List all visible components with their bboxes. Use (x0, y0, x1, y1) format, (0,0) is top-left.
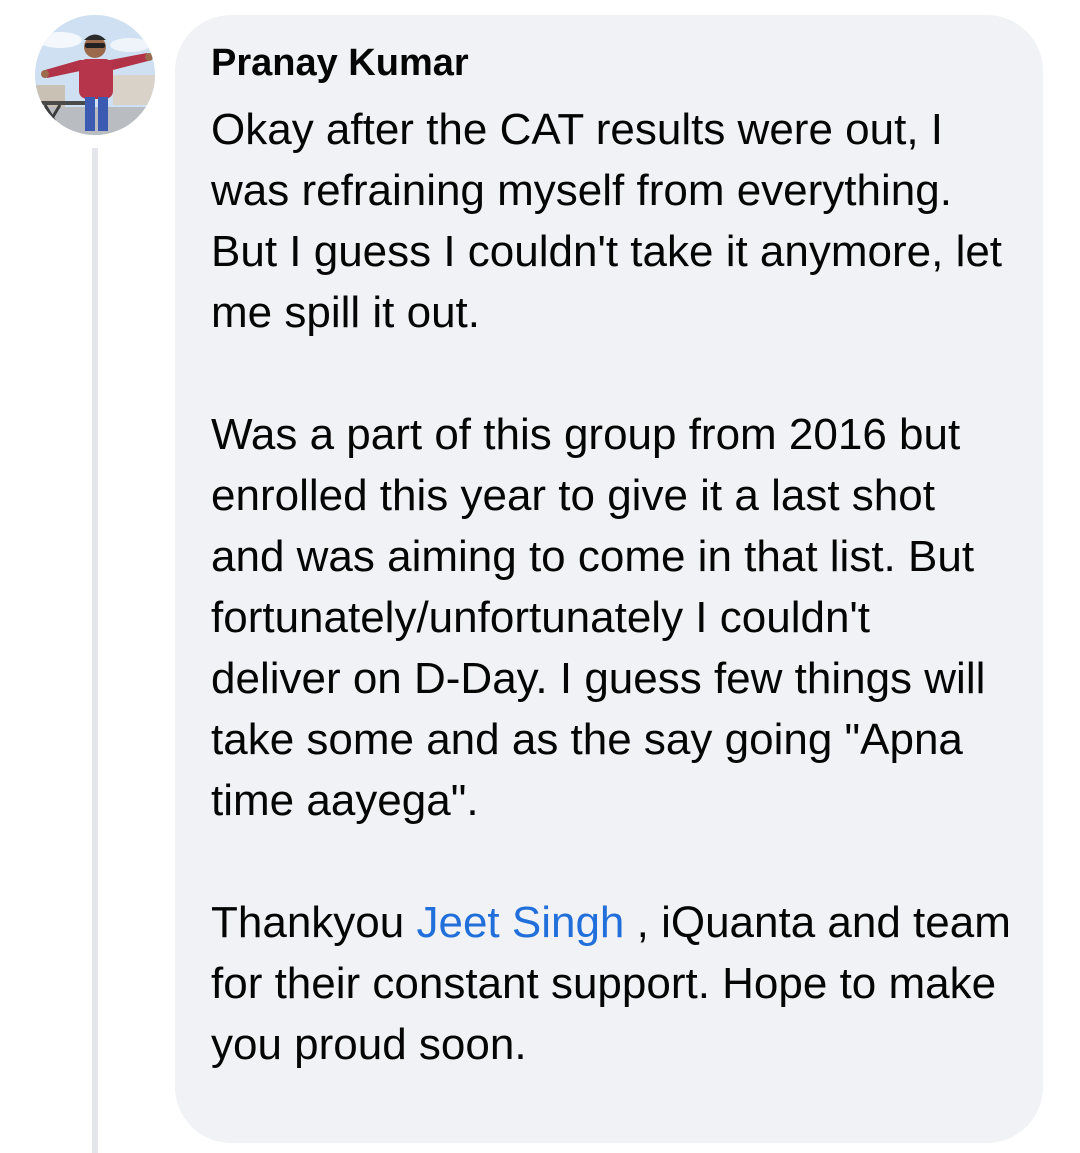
paragraph-3-lead-text: Thankyou (211, 898, 417, 947)
reply-thread-line (92, 148, 98, 1153)
comment-bubble: Pranay Kumar Okay after the CAT results … (175, 15, 1043, 1143)
comment-body: Okay after the CAT results were out, I w… (211, 99, 1011, 1075)
comment-paragraph-2: Was a part of this group from 2016 but e… (211, 410, 986, 825)
author-avatar[interactable] (35, 15, 155, 135)
comment-paragraph-3: Thankyou Jeet Singh , iQuanta and team f… (211, 892, 1011, 1075)
mention-link-jeet-singh[interactable]: Jeet Singh (416, 898, 624, 947)
comment-paragraph-1: Okay after the CAT results were out, I w… (211, 105, 1003, 337)
avatar-photo-icon (35, 15, 155, 135)
comment-thread: Pranay Kumar Okay after the CAT results … (0, 0, 1080, 1153)
comment-author-name[interactable]: Pranay Kumar (211, 41, 1003, 85)
